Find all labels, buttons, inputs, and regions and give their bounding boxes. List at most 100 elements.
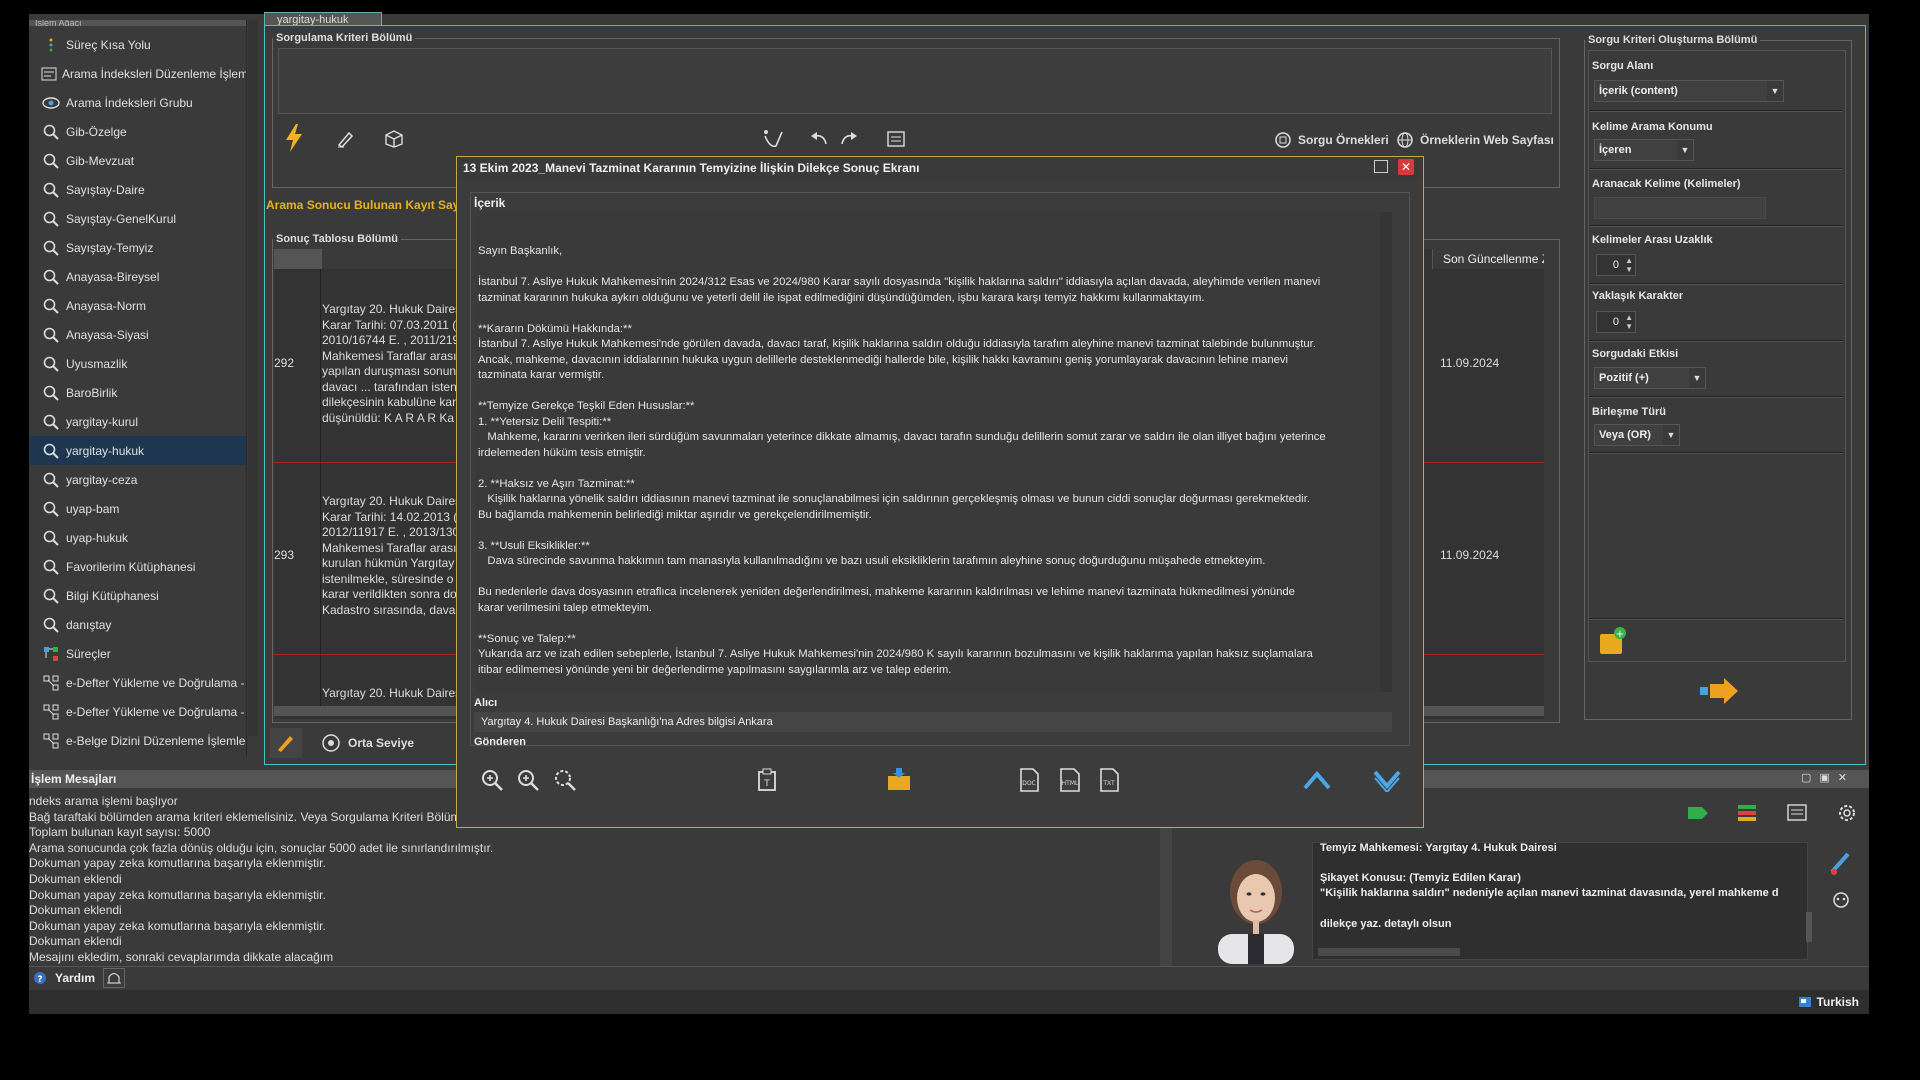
sidebar-item-dan-tay[interactable]: danıştay	[29, 610, 246, 639]
sidebar-item-say-tay-daire[interactable]: Sayıştay-Daire	[29, 175, 246, 204]
zoom-in-icon	[482, 770, 503, 791]
assistant-settings-button[interactable]	[1830, 888, 1852, 910]
sidebar-item-label: e-Defter Yükleme ve Doğrulama -	[66, 675, 245, 690]
help-button[interactable]: ? Yardım	[33, 971, 95, 985]
level-selector[interactable]: Orta Seviye	[320, 733, 414, 753]
merge-type-select[interactable]: Veya (OR) ▼	[1594, 424, 1680, 446]
export-txt-button[interactable]: TXT	[1098, 768, 1120, 795]
examples-web-button[interactable]: Örneklerin Web Sayfası	[1396, 131, 1554, 149]
zoom-out-icon	[555, 770, 576, 791]
box-button[interactable]	[384, 130, 404, 148]
sidebar-item-s-re-k-sa-yolu[interactable]: Süreç Kısa Yolu	[29, 30, 246, 59]
brush-icon	[278, 736, 293, 752]
sidebar-item-uyusmazlik[interactable]: Uyusmazlik	[29, 349, 246, 378]
table-row[interactable]: Yargıtay 20. Hukuk Daires Karar Tarihi: …	[322, 494, 456, 624]
sidebar-item-gib-zelge[interactable]: Gib-Özelge	[29, 117, 246, 146]
chat-line: Şikayet Konusu: (Temyiz Edilen Karar)	[1320, 872, 1521, 884]
undo-button[interactable]	[810, 132, 830, 146]
query-text-area[interactable]	[278, 48, 1552, 114]
sidebar-item-arama-i-ndeksleri-d-zenleme-i-lemleri[interactable]: Arama İndeksleri Düzenleme İşlemleri	[29, 59, 246, 88]
list-button[interactable]	[1736, 802, 1758, 824]
sidebar-item-say-tay-temyiz[interactable]: Sayıştay-Temyiz	[29, 233, 246, 262]
chevron-down-icon: ▼	[1663, 425, 1679, 445]
tag-button[interactable]	[1686, 805, 1710, 821]
svg-text:T: T	[763, 779, 770, 789]
run-query-button[interactable]	[284, 124, 304, 152]
sidebar-item-gib-mevzuat[interactable]: Gib-Mevzuat	[29, 146, 246, 175]
row-date: 11.09.2024	[1440, 356, 1500, 370]
sidebar-item-barobirlik[interactable]: BaroBirlik	[29, 378, 246, 407]
sidebar-item-bilgi-k-t-phanesi[interactable]: Bilgi Kütüphanesi	[29, 581, 246, 610]
word-position-label: Kelime Arama Konumu	[1592, 121, 1713, 133]
sidebar-item-e-defter-y-kleme-ve-do-rulama-[interactable]: e-Defter Yükleme ve Doğrulama -	[29, 697, 246, 726]
sidebar-item-arama-i-ndeksleri-grubu[interactable]: Arama İndeksleri Grubu	[29, 88, 246, 117]
export-doc-button[interactable]: DOC	[1018, 768, 1040, 795]
sidebar-item-e-defter-y-kleme-ve-do-rulama-[interactable]: e-Defter Yükleme ve Doğrulama -	[29, 668, 246, 697]
chat-vscrollbar[interactable]	[1806, 912, 1812, 942]
close-icon[interactable]: ✕	[1398, 159, 1414, 175]
table-row[interactable]: Yargıtay 20. Hukuk Dairesi Karar Tarihi:…	[322, 302, 456, 432]
query-examples-button[interactable]: Sorgu Örnekleri	[1274, 131, 1389, 149]
search-icon	[41, 588, 61, 604]
process-icon	[41, 646, 61, 662]
notifications-button[interactable]	[103, 968, 125, 988]
zoom-fit-button[interactable]	[516, 768, 540, 795]
maximize-icon[interactable]	[1374, 160, 1388, 173]
sidebar-item-label: Favorilerim Kütüphanesi	[66, 559, 196, 574]
sidebar-item-label: Sayıştay-Temyiz	[66, 240, 154, 255]
apply-criteria-button[interactable]	[1698, 676, 1740, 706]
previous-button[interactable]	[1302, 768, 1332, 795]
search-words-input[interactable]	[1594, 197, 1766, 219]
sidebar-item-uyap-bam[interactable]: uyap-bam	[29, 494, 246, 523]
chat-hscrollbar[interactable]	[1318, 948, 1460, 956]
doc-file-icon: DOC	[1020, 768, 1039, 792]
table-header-cell	[322, 249, 458, 269]
redo-button[interactable]	[838, 132, 858, 146]
save-folder-button[interactable]	[886, 766, 912, 795]
export-html-button[interactable]: HTML	[1058, 768, 1082, 795]
tab-yargitay-hukuk[interactable]: yargitay-hukuk	[264, 12, 382, 26]
sidebar-scrollbar[interactable]	[248, 20, 258, 736]
next-button[interactable]	[1372, 768, 1402, 795]
clean-button[interactable]	[762, 128, 786, 150]
search-icon	[41, 124, 61, 140]
sidebar-item-favorilerim-k-t-phanesi[interactable]: Favorilerim Kütüphanesi	[29, 552, 246, 581]
svg-text:HTML: HTML	[1062, 780, 1079, 787]
chat-line: "Kişilik haklarına saldırı" nedeniyle aç…	[1320, 887, 1779, 899]
recipient-field[interactable]: Yargıtay 4. Hukuk Dairesi Başkanlığı'na …	[474, 712, 1392, 732]
send-button[interactable]	[1828, 848, 1854, 878]
word-position-select[interactable]: İçeren ▼	[1594, 139, 1694, 161]
sidebar-item-anayasa-siyasi[interactable]: Anayasa-Siyasi	[29, 320, 246, 349]
sidebar-item-anayasa-bireysel[interactable]: Anayasa-Bireysel	[29, 262, 246, 291]
sidebar-item-e-belge-dizini-d-zenleme-i-lemle[interactable]: e-Belge Dizini Düzenleme İşlemle	[29, 726, 246, 755]
zoom-out-button[interactable]	[551, 768, 577, 795]
printer2-button[interactable]	[1786, 802, 1808, 824]
table-vscrollbar[interactable]	[1546, 245, 1556, 715]
sidebar-item-yargitay-kurul[interactable]: yargitay-kurul	[29, 407, 246, 436]
dialog-scrollbar[interactable]	[1380, 212, 1392, 692]
recipient-label: Alıcı	[474, 697, 498, 709]
sidebar-item-s-re-ler[interactable]: Süreçler	[29, 639, 246, 668]
sidebar-item-yargitay-ceza[interactable]: yargitay-ceza	[29, 465, 246, 494]
approx-char-spinner[interactable]: 0 ▲ ▼	[1596, 311, 1636, 333]
settings-button[interactable]	[1836, 802, 1858, 824]
sidebar-item-say-tay-genelkurul[interactable]: Sayıştay-GenelKurul	[29, 204, 246, 233]
sidebar-item-uyap-hukuk[interactable]: uyap-hukuk	[29, 523, 246, 552]
print-button[interactable]	[886, 130, 906, 150]
petition-text[interactable]: Sayın Başkanlık, İstanbul 7. Asliye Huku…	[476, 212, 1388, 692]
query-field-select[interactable]: İçerik (content) ▼	[1594, 80, 1784, 102]
sidebar-item-anayasa-norm[interactable]: Anayasa-Norm	[29, 291, 246, 320]
language-indicator[interactable]: Turkish	[1798, 995, 1859, 1009]
panel-window-controls[interactable]: ▢▣✕	[1801, 771, 1855, 784]
table-row[interactable]: Yargıtay 20. Hukuk Daires	[322, 686, 456, 704]
brush-button[interactable]	[270, 728, 302, 758]
query-effect-select[interactable]: Pozitif (+) ▼	[1594, 367, 1706, 389]
last-update-header[interactable]: Son Güncellenme Za	[1432, 249, 1544, 269]
clipboard-button[interactable]: T	[756, 768, 778, 795]
add-criteria-button[interactable]: +	[1598, 626, 1626, 656]
word-distance-spinner[interactable]: 0 ▲ ▼	[1596, 254, 1636, 276]
sidebar-item-yargitay-hukuk[interactable]: yargitay-hukuk	[29, 436, 246, 465]
eraser-button[interactable]	[336, 130, 354, 148]
dialog-toolbar	[457, 748, 1423, 818]
zoom-in-button[interactable]	[480, 768, 504, 795]
